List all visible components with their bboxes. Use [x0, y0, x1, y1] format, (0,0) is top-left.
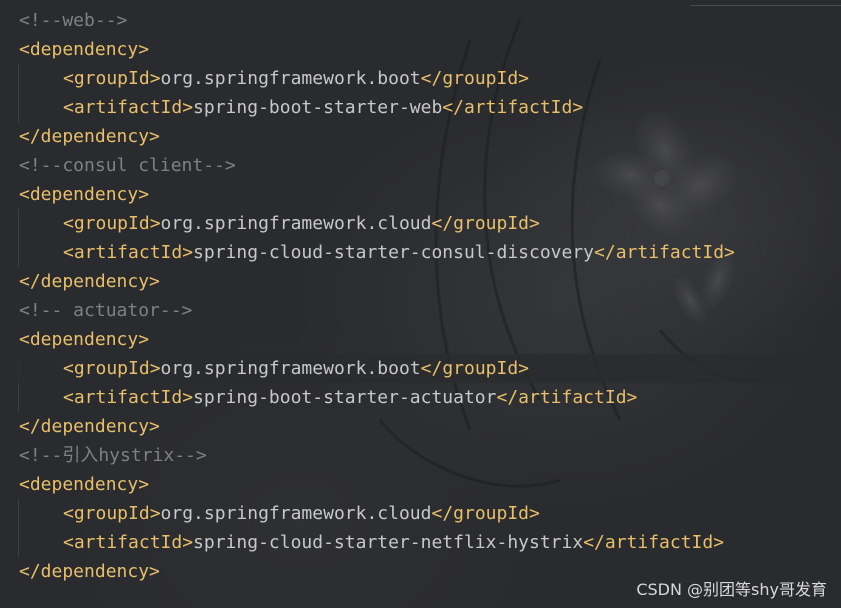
xml-open-tag: <dependency> [19, 39, 150, 60]
code-line[interactable]: <dependency> [19, 180, 735, 209]
xml-comment: <!--引入hystrix--> [19, 445, 207, 466]
code-line[interactable]: <groupId>org.springframework.boot</group… [19, 354, 735, 383]
code-line[interactable]: <!--web--> [19, 6, 735, 35]
xml-comment: <!--consul client--> [19, 155, 236, 176]
xml-comment: <!--web--> [19, 10, 128, 31]
code-line[interactable]: </dependency> [19, 557, 735, 586]
xml-open-tag: <artifactId> [63, 97, 194, 118]
code-content[interactable]: <!--web--> <dependency> <groupId>org.sprin… [19, 6, 735, 586]
code-line[interactable]: <artifactId>spring-boot-starter-web</art… [19, 93, 735, 122]
code-line[interactable]: <dependency> [19, 35, 735, 64]
code-line[interactable]: <dependency> [19, 470, 735, 499]
xml-close-tag: </groupId> [420, 68, 530, 89]
code-line[interactable]: <groupId>org.springframework.boot</group… [19, 64, 735, 93]
xml-close-tag: </artifactId> [594, 242, 735, 263]
xml-close-tag: </groupId> [420, 358, 530, 379]
code-line[interactable]: </dependency> [19, 267, 735, 296]
xml-open-tag: <artifactId> [63, 387, 194, 408]
code-line[interactable]: </dependency> [19, 122, 735, 151]
code-line[interactable]: <artifactId>spring-cloud-starter-netflix… [19, 528, 735, 557]
xml-text-value: org.springframework.boot [160, 358, 421, 379]
xml-open-tag: <dependency> [19, 184, 150, 205]
watermark: CSDN @别团等shy哥发育 [636, 580, 827, 599]
xml-open-tag: <groupId> [63, 358, 161, 379]
xml-open-tag: <groupId> [63, 68, 161, 89]
code-line[interactable]: <!--引入hystrix--> [19, 441, 735, 470]
code-line[interactable]: <!-- actuator--> [19, 296, 735, 325]
xml-open-tag: <groupId> [63, 213, 161, 234]
code-line[interactable]: <artifactId>spring-cloud-starter-consul-… [19, 238, 735, 267]
xml-text-value: spring-cloud-starter-netflix-hystrix [193, 532, 584, 553]
xml-close-tag: </artifactId> [442, 97, 584, 118]
xml-text-value: org.springframework.boot [160, 68, 421, 89]
xml-close-tag: </groupId> [431, 503, 540, 524]
xml-close-tag: </artifactId> [583, 532, 725, 553]
code-line[interactable]: </dependency> [19, 412, 735, 441]
xml-close-tag: </dependency> [19, 561, 160, 582]
xml-text-value: spring-boot-starter-web [193, 97, 443, 118]
xml-close-tag: </artifactId> [496, 387, 638, 408]
code-line[interactable]: <artifactId>spring-boot-starter-actuator… [19, 383, 735, 412]
xml-close-tag: </dependency> [19, 416, 160, 437]
xml-open-tag: <artifactId> [63, 242, 194, 263]
code-editor[interactable]: <!--web--> <dependency> <groupId>org.sprin… [0, 0, 841, 608]
xml-text-value: org.springframework.cloud [160, 213, 432, 234]
xml-close-tag: </dependency> [19, 271, 160, 292]
code-line[interactable]: <groupId>org.springframework.cloud</grou… [19, 209, 735, 238]
xml-text-value: org.springframework.cloud [160, 503, 432, 524]
xml-text-value: spring-boot-starter-actuator [193, 387, 497, 408]
code-line[interactable]: <!--consul client--> [19, 151, 735, 180]
code-line[interactable]: <dependency> [19, 325, 735, 354]
xml-close-tag: </dependency> [19, 126, 160, 147]
xml-open-tag: <artifactId> [63, 532, 194, 553]
xml-text-value: spring-cloud-starter-consul-discovery [193, 242, 595, 263]
xml-open-tag: <dependency> [19, 329, 150, 350]
xml-open-tag: <groupId> [63, 503, 161, 524]
code-line[interactable]: <groupId>org.springframework.cloud</grou… [19, 499, 735, 528]
xml-open-tag: <dependency> [19, 474, 150, 495]
xml-comment: <!-- actuator--> [19, 300, 193, 321]
xml-close-tag: </groupId> [431, 213, 540, 234]
